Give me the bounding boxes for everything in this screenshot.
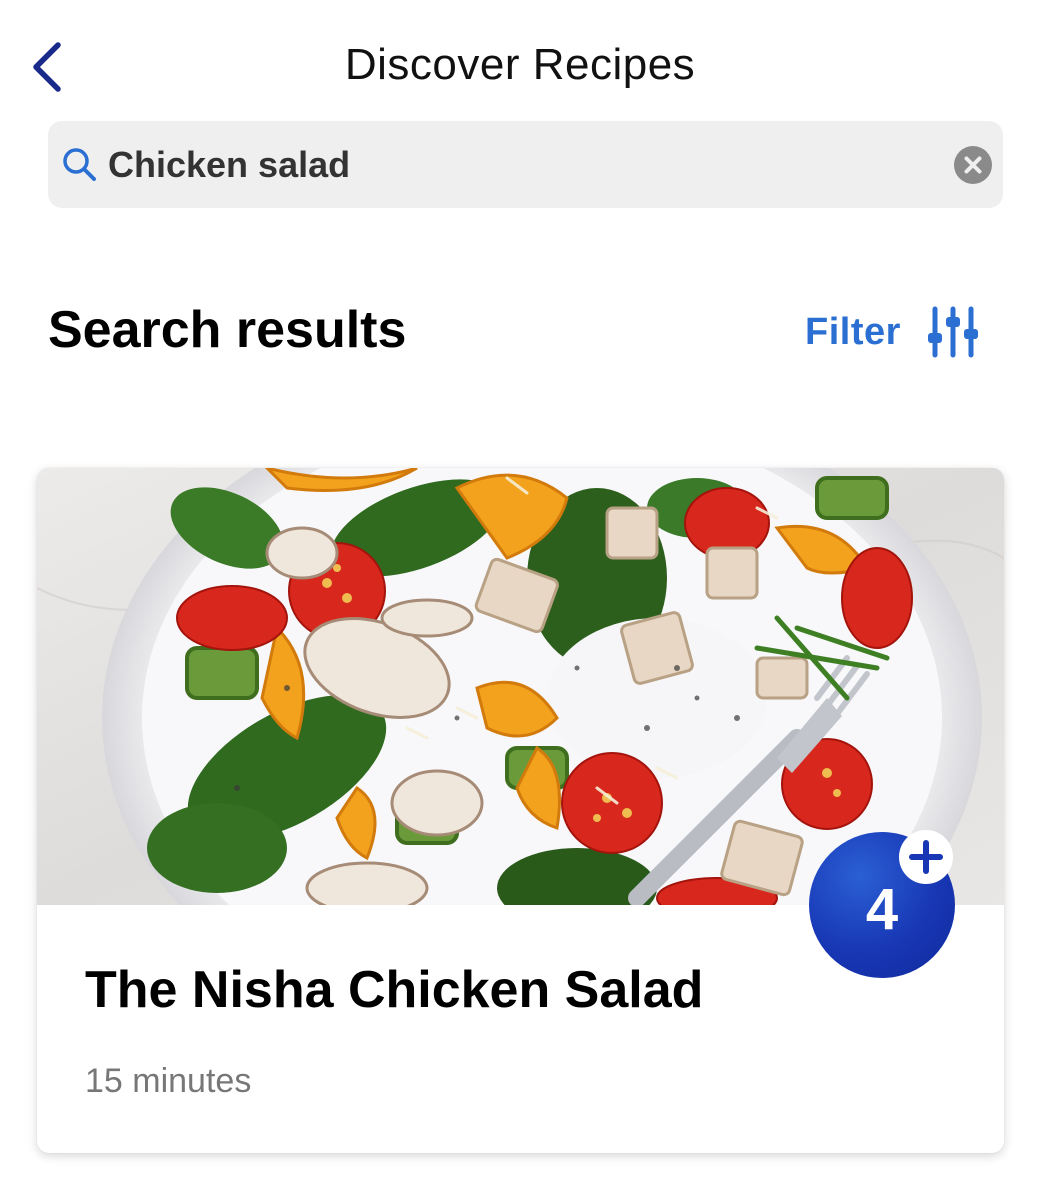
recipe-title: The Nisha Chicken Salad (85, 961, 704, 1019)
search-bar (48, 121, 1003, 208)
filter-label: Filter (805, 310, 901, 353)
add-points-button[interactable] (899, 830, 953, 884)
discover-recipes-screen: Discover Recipes Search results Filter (0, 0, 1040, 1200)
search-input[interactable] (108, 137, 928, 193)
search-results-heading: Search results (48, 301, 407, 359)
filter-button[interactable]: Filter (805, 300, 979, 364)
search-icon (63, 148, 96, 181)
sliders-icon (927, 306, 978, 358)
clear-search-button[interactable] (954, 146, 992, 184)
points-value: 4 (865, 876, 899, 942)
clear-circle-icon (964, 156, 982, 174)
page-title: Discover Recipes (344, 40, 696, 89)
plus-icon (909, 840, 943, 874)
recipe-card[interactable]: 4 The Nisha Chicken Salad 15 minutes (37, 468, 1004, 1153)
recipe-time: 15 minutes (85, 1062, 252, 1100)
nav-bar: Discover Recipes (0, 0, 1040, 120)
points-badge[interactable]: 4 (809, 830, 955, 978)
